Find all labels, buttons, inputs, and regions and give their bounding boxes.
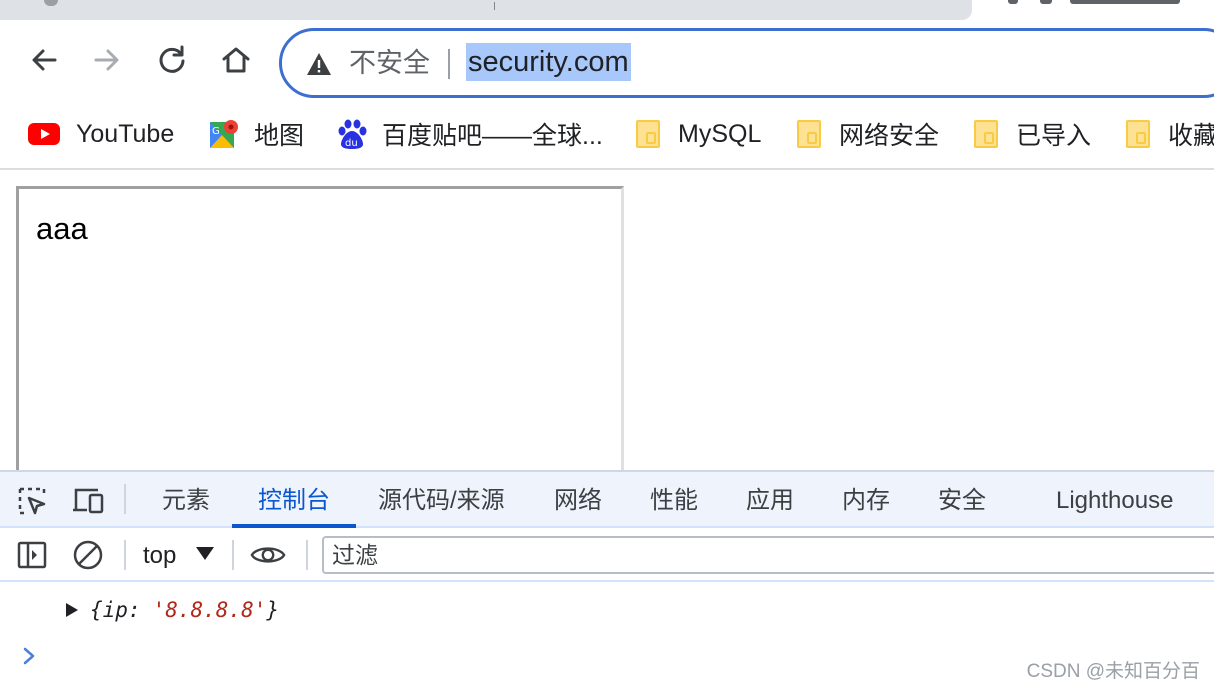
execution-context-select[interactable]: top	[143, 538, 176, 574]
tab-network[interactable]: 网络	[552, 472, 604, 526]
svg-text:du: du	[345, 138, 358, 149]
eye-icon	[250, 547, 286, 563]
omnibox-divider	[448, 49, 450, 79]
warning-triangle-icon[interactable]	[306, 52, 332, 76]
toolbar-divider	[124, 484, 126, 514]
bookmark-folder-favorites[interactable]: 收藏	[1122, 118, 1214, 150]
browser-toolbar: 不安全 security.com	[0, 22, 1214, 106]
bookmark-maps[interactable]: G 地图	[208, 118, 304, 150]
clear-block-icon	[73, 540, 103, 570]
baidu-icon: du	[336, 118, 368, 150]
toolbar-divider	[232, 540, 234, 570]
tab-separator	[494, 2, 495, 10]
bookmarks-bar: YouTube G 地图 du 百度贴吧——全球... MySQL 网络安全 已…	[0, 106, 1214, 170]
expand-triangle-icon[interactable]	[66, 603, 78, 617]
tab-lighthouse[interactable]: Lighthouse	[1054, 472, 1175, 526]
bookmark-label: MySQL	[678, 119, 762, 148]
folder-icon	[632, 118, 664, 150]
tab-security[interactable]: 安全	[936, 472, 988, 526]
tab-console[interactable]: 控制台	[232, 472, 356, 528]
maps-icon: G	[208, 118, 240, 150]
url-text[interactable]: security.com	[466, 43, 631, 81]
console-log-entry[interactable]: { ip: '8.8.8.8' }	[60, 598, 279, 622]
devtools-panel: 元素 控制台 源代码/来源 网络 性能 应用 内存 安全 Lighthouse …	[0, 470, 1214, 687]
bookmark-youtube[interactable]: YouTube	[28, 118, 174, 150]
tab-performance[interactable]: 性能	[648, 472, 700, 526]
bookmark-label: YouTube	[76, 119, 175, 148]
back-button[interactable]	[24, 40, 64, 80]
console-filter[interactable]	[322, 536, 1214, 574]
reload-icon	[159, 45, 185, 73]
inactive-tab[interactable]	[0, 0, 972, 20]
back-arrow-icon	[32, 49, 57, 71]
bookmark-label: 已导入	[1016, 122, 1092, 150]
tab-strip	[0, 0, 1214, 22]
live-expression-button[interactable]	[250, 538, 286, 572]
reload-button[interactable]	[152, 40, 192, 80]
forward-arrow-icon	[94, 49, 119, 71]
youtube-icon	[28, 118, 60, 150]
bookmark-label: 百度贴吧——全球...	[382, 122, 603, 150]
svg-text:G: G	[212, 126, 220, 137]
object-string-value: '8.8.8.8'	[152, 598, 267, 622]
inspect-element-button[interactable]	[14, 484, 50, 518]
address-bar[interactable]: 不安全 security.com	[279, 28, 1214, 98]
bookmark-label: 地图	[254, 122, 305, 150]
console-prompt-chevron-icon[interactable]	[20, 644, 40, 668]
bookmark-folder-network-security[interactable]: 网络安全	[793, 118, 939, 150]
clear-console-button[interactable]	[70, 538, 106, 572]
watermark: CSDN @未知百分百	[1026, 661, 1200, 682]
devtools-tab-bar: 元素 控制台 源代码/来源 网络 性能 应用 内存 安全 Lighthouse	[0, 472, 1214, 528]
device-mode-icon	[73, 488, 104, 514]
chevron-down-icon[interactable]	[196, 547, 214, 560]
tab-memory[interactable]: 内存	[840, 472, 892, 526]
tab-elements[interactable]: 元素	[160, 472, 212, 526]
page-content: aaa	[0, 172, 1214, 486]
bookmark-baidu-tieba[interactable]: du 百度贴吧——全球...	[336, 118, 603, 150]
toolbar-divider	[124, 540, 126, 570]
folder-icon	[793, 118, 825, 150]
filter-input[interactable]	[324, 538, 1214, 572]
console-toolbar: top	[0, 530, 1214, 582]
console-output: { ip: '8.8.8.8' } CSDN @未知百分百	[0, 584, 1214, 687]
bookmark-folder-mysql[interactable]: MySQL	[632, 118, 761, 150]
bookmark-folder-imported[interactable]: 已导入	[970, 118, 1091, 150]
not-secure-label[interactable]: 不安全	[349, 45, 430, 81]
page-textarea[interactable]: aaa	[16, 186, 624, 486]
toolbar-divider	[306, 540, 308, 570]
active-tab[interactable]	[1000, 0, 1214, 8]
tab-favicon-icon	[44, 0, 58, 6]
home-icon	[222, 47, 250, 73]
bookmark-label: 收藏	[1168, 122, 1214, 150]
folder-icon	[970, 118, 1002, 150]
tab-sources[interactable]: 源代码/来源	[376, 472, 507, 526]
object-close-brace: }	[266, 598, 280, 622]
home-button[interactable]	[216, 40, 256, 80]
object-key: ip:	[102, 598, 141, 622]
forward-button[interactable]	[87, 40, 127, 80]
object-open-brace: {	[90, 598, 103, 622]
tab-application[interactable]: 应用	[744, 472, 796, 526]
sidebar-toggle-button[interactable]	[14, 538, 50, 572]
device-toolbar-button[interactable]	[70, 484, 106, 518]
textarea-text: aaa	[36, 211, 88, 246]
bookmark-label: 网络安全	[839, 122, 940, 150]
inspect-cursor-icon	[18, 487, 46, 515]
folder-icon	[1122, 118, 1154, 150]
sidebar-panel-icon	[17, 541, 47, 569]
